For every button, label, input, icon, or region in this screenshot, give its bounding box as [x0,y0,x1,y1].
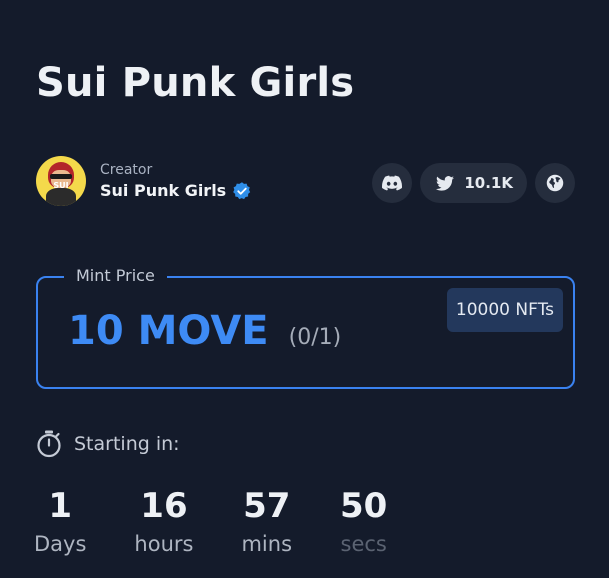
mint-price-legend: Mint Price [64,266,167,285]
avatar-logo-text: SUI [53,181,69,190]
countdown-hours-value: 16 [140,486,188,526]
countdown-secs: 50 secs [340,486,387,556]
mint-price-value: 10 MOVE [68,308,269,354]
mint-price-panel: Mint Price 10 MOVE (0/1) 10000 NFTs [36,266,575,389]
countdown-mins-value: 57 [243,486,291,526]
discord-icon [382,175,403,191]
discord-button[interactable] [372,163,413,203]
twitter-button[interactable]: 10.1K [420,163,527,203]
globe-icon [546,174,564,192]
countdown-hours: 16 hours [134,486,193,556]
collection-title: Sui Punk Girls [36,60,355,106]
supply-badge: 10000 NFTs [446,288,563,332]
countdown-days-label: Days [34,532,87,556]
countdown-days: 1 Days [34,486,86,556]
countdown-secs-label: secs [340,532,387,556]
creator-label: Creator [100,161,153,178]
countdown-timer: 1 Days 16 hours 57 mins 50 secs [34,486,435,556]
mint-progress: (0/1) [288,325,342,350]
creator-card: SUI Creator Sui Punk Girls [36,156,252,206]
social-links: 10.1K [372,163,575,203]
twitter-icon [436,175,455,191]
verified-badge-icon [233,181,251,199]
creator-name-link[interactable]: Sui Punk Girls [100,181,226,200]
countdown-days-value: 1 [48,486,73,526]
countdown-secs-value: 50 [340,486,388,526]
countdown-mins-label: mins [241,532,293,556]
creator-avatar[interactable]: SUI [36,156,86,206]
countdown-mins: 57 mins [241,486,292,556]
starting-in-label: Starting in: [74,433,180,455]
starting-in-row: Starting in: [36,430,180,458]
stopwatch-icon [37,430,61,458]
countdown-hours-label: hours [134,532,194,556]
website-button[interactable] [535,163,575,203]
twitter-follower-count: 10.1K [464,174,513,192]
